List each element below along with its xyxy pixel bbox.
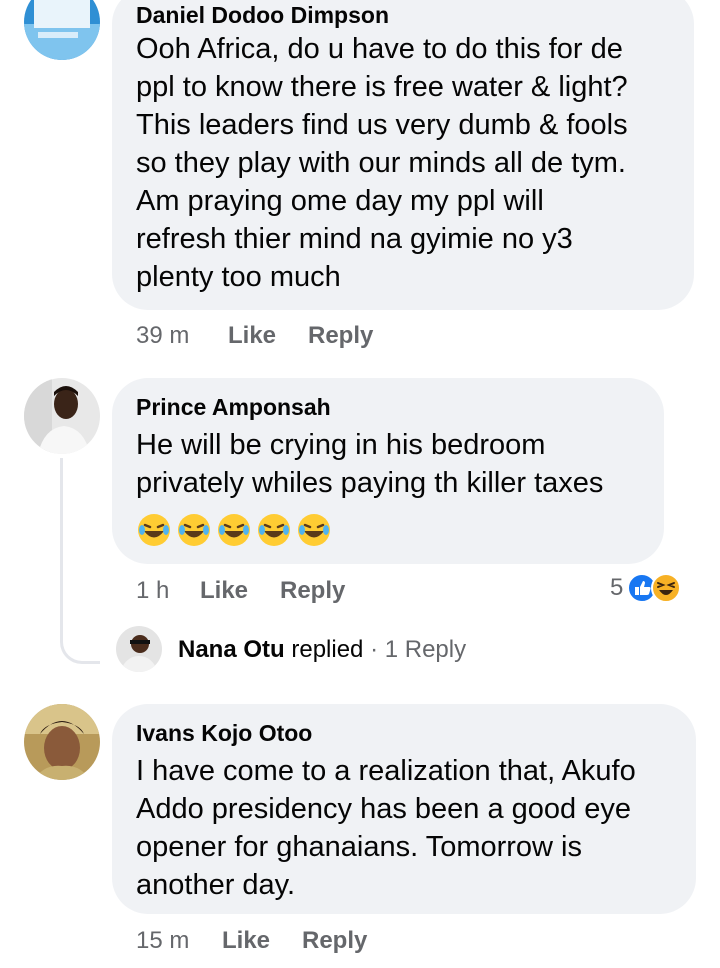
reply-button[interactable]: Reply [302,927,367,955]
comment-text: Ooh Africa, do u have to do this for de … [136,30,682,296]
laughing-tears-emoji-icon [138,514,170,546]
avatar-prince[interactable] [24,378,100,454]
emoji-row [136,512,336,548]
comment-author[interactable]: Ivans Kojo Otoo [136,720,312,747]
thread-connector-line [60,458,100,664]
comment-text-line: opener for ghanaians. Tomorrow is [136,831,582,863]
comment-bubble-daniel: Daniel Dodoo Dimpson Ooh Africa, do u ha… [112,0,694,310]
like-button[interactable]: Like [222,927,270,955]
comment-text-line: This leaders find us very dumb & fools [136,109,628,141]
comment-text-line: privately whiles paying th killer taxes [136,467,604,499]
like-button[interactable]: Like [200,577,248,605]
avatar-nana[interactable] [116,626,162,672]
laughing-tears-emoji-icon [258,514,290,546]
comment-text-line: another day. [136,869,296,901]
comment-text-line: Am praying ome day my ppl will [136,185,544,217]
comment-timestamp[interactable]: 15 m [136,927,189,955]
reply-verb: replied [284,636,364,663]
laughing-tears-emoji-icon [178,514,210,546]
reply-count: 1 Reply [384,636,467,663]
avatar-ivans[interactable] [24,704,100,780]
reaction-count: 5 [610,574,624,601]
comment-text-line: Ooh Africa, do u have to do this for de [136,33,623,65]
haha-reaction-icon [651,573,682,603]
comment-text-line: plenty too much [136,261,341,293]
comment-text: He will be crying in his bedroom private… [136,426,652,502]
avatar-daniel[interactable] [24,0,100,60]
reply-button[interactable]: Reply [308,322,373,350]
comment-author[interactable]: Daniel Dodoo Dimpson [136,2,389,29]
comment-timestamp[interactable]: 1 h [136,577,169,605]
comment-author[interactable]: Prince Amponsah [136,394,331,421]
comment-text-line: so they play with our minds all de tym. [136,147,626,179]
comment-timestamp[interactable]: 39 m [136,322,189,350]
comment-bubble-prince: Prince Amponsah He will be crying in his… [112,378,664,564]
comment-text-line: I have come to a realization that, Akufo [136,755,636,787]
comment-text-line: Addo presidency has been a good eye [136,793,631,825]
comment-text-line: ppl to know there is free water & light? [136,71,628,103]
comment-text-line: refresh thier mind na gyimie no y3 [136,223,573,255]
like-button[interactable]: Like [228,322,276,350]
reply-separator: · [363,636,385,663]
reply-author: Nana Otu [178,636,285,663]
comment-bubble-ivans: Ivans Kojo Otoo I have come to a realiza… [112,704,696,914]
comment-text: I have come to a realization that, Akufo… [136,752,684,904]
reaction-summary[interactable]: 5 [610,570,682,606]
comment-text-line: He will be crying in his bedroom [136,429,546,461]
laughing-tears-emoji-icon [218,514,250,546]
laughing-tears-emoji-icon [298,514,330,546]
reply-button[interactable]: Reply [280,577,345,605]
view-replies-link[interactable]: Nana Otu replied · 1 Reply [178,636,466,664]
